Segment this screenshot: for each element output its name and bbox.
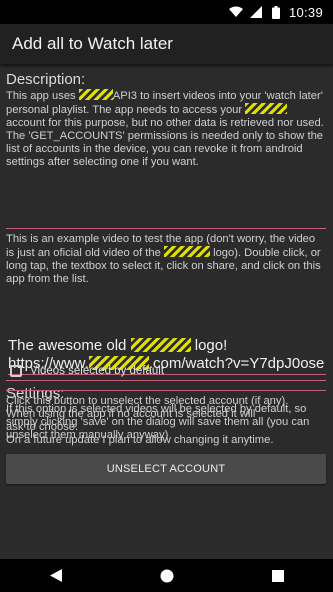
example-line-1: The awesome old logo! xyxy=(8,337,324,355)
description-text-a: This app uses xyxy=(6,90,76,102)
account-text: Click this button to unselect the select… xyxy=(6,395,326,447)
example-line-1-end: logo! xyxy=(194,337,228,354)
checkbox-icon[interactable] xyxy=(10,365,22,377)
example-line-1-text: The awesome old xyxy=(8,337,127,354)
status-time: 10:39 xyxy=(288,4,323,20)
redacted-brand xyxy=(130,338,191,352)
divider xyxy=(6,390,326,391)
divider xyxy=(6,380,326,381)
account-text-4: On a future update I plan to allow chang… xyxy=(6,434,274,446)
home-icon[interactable] xyxy=(147,564,187,588)
description-title: Description: xyxy=(6,71,86,88)
example-paragraph: This is an example video to test the app… xyxy=(6,233,326,286)
videos-selected-checkbox[interactable]: Videos selected by default xyxy=(10,365,164,377)
app-title: Add all to Watch later xyxy=(12,34,173,53)
redacted-brand xyxy=(78,89,113,100)
account-text-2: When using the app if no account is sele… xyxy=(6,408,256,420)
redacted-brand xyxy=(163,246,210,257)
description-text-c: account for this purpose, but no other d… xyxy=(6,117,324,168)
signal-icon xyxy=(249,5,263,19)
unselect-account-button[interactable]: UNSELECT ACCOUNT xyxy=(6,454,326,484)
wifi-icon xyxy=(228,5,243,19)
back-icon[interactable] xyxy=(36,564,76,588)
account-text-1: Click this button to unselect the select… xyxy=(6,395,289,407)
account-text-3: ask to choose. xyxy=(6,421,79,433)
status-bar: 10:39 xyxy=(0,0,333,24)
battery-icon xyxy=(269,5,283,19)
main-content[interactable]: Description: This app uses API3 to inser… xyxy=(0,64,333,559)
app-bar: Add all to Watch later xyxy=(0,24,333,64)
description-paragraph: This app uses API3 to insert videos into… xyxy=(6,89,326,169)
divider xyxy=(6,228,326,229)
redacted-brand xyxy=(245,103,288,114)
checkbox-label: Videos selected by default xyxy=(30,365,165,377)
example-url-end: .com/watch?v=Y7dpJ0oseIA xyxy=(148,355,324,372)
nav-bar xyxy=(0,559,333,592)
recents-icon[interactable] xyxy=(258,564,298,588)
